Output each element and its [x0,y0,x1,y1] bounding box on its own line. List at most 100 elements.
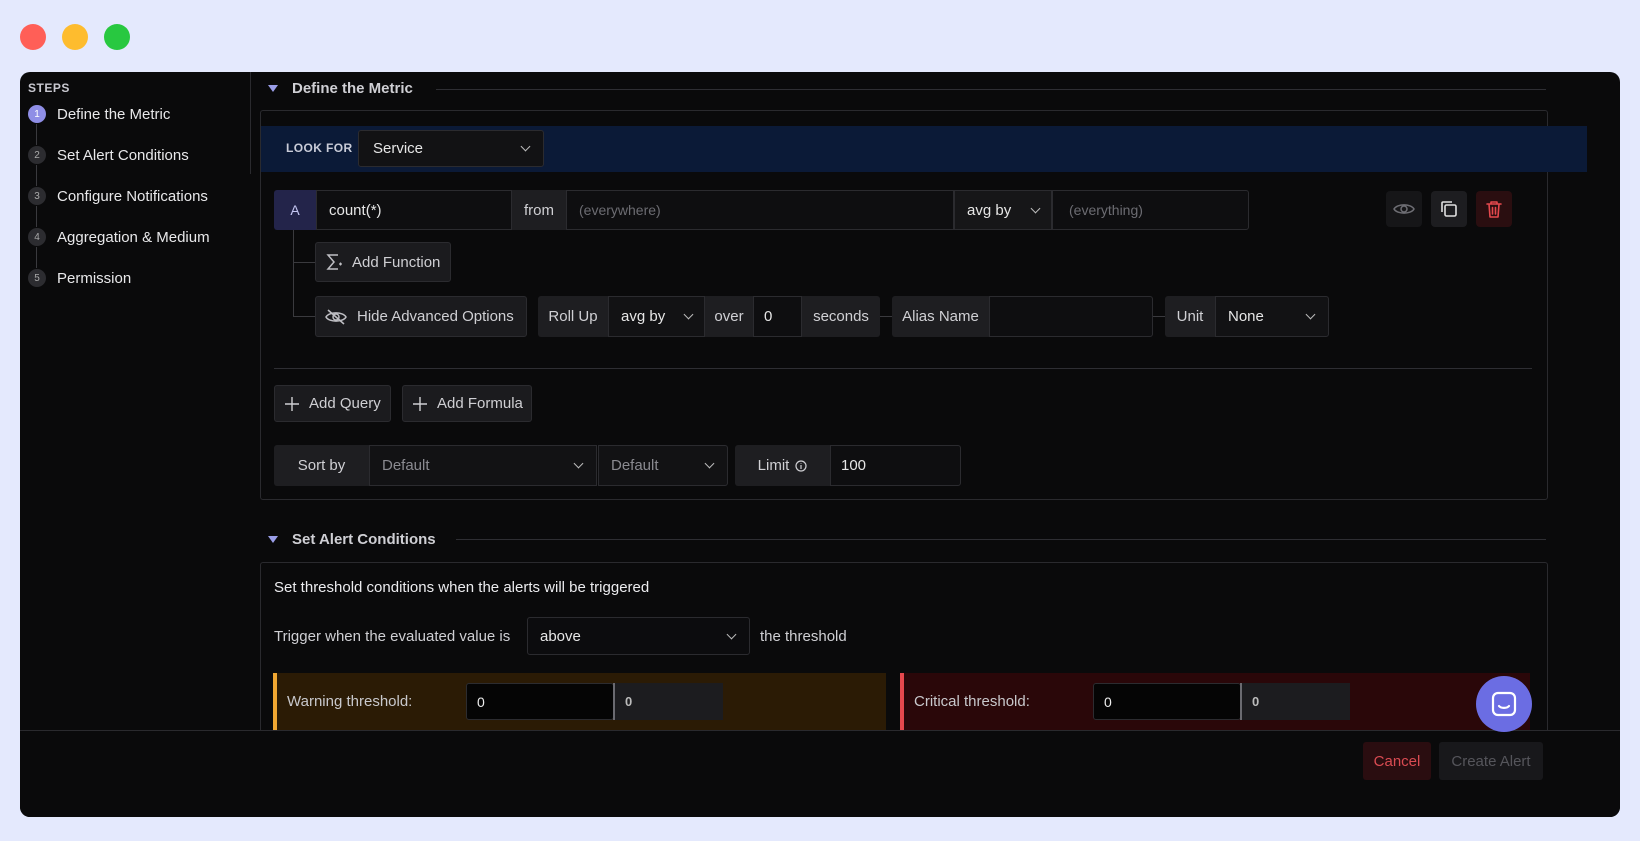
look-for-label: LOOK FOR [286,141,353,155]
trigger-value: above [540,627,581,645]
collapse-caret-icon [268,85,278,92]
trigger-suffix: the threshold [760,628,847,645]
add-formula-button[interactable]: Add Formula [402,385,532,422]
sort-field-select[interactable]: Default [369,445,597,486]
critical-recovery-input[interactable]: 0 [1240,683,1350,720]
add-function-label: Add Function [352,253,441,271]
add-query-button[interactable]: Add Query [274,385,391,422]
alert-conditions-header[interactable]: Set Alert Conditions [268,531,436,548]
critical-threshold-value: 0 [1104,693,1112,710]
critical-threshold-row: Critical threshold: 0 0 [900,673,1530,730]
step-label: Set Alert Conditions [57,146,189,164]
chevron-down-icon [573,458,584,469]
from-label: from [512,190,566,230]
limit-label: Limit [735,445,830,486]
sidebar-divider [250,72,251,174]
section-rule [456,539,1546,540]
trash-icon [1486,201,1502,218]
rollup-interval-value: 0 [764,308,773,325]
steps-sidebar: STEPS 1 Define the Metric 2 Set Alert Co… [20,72,252,287]
rollup-label: Roll Up [538,296,608,337]
group-op-value: avg by [967,201,1012,219]
cancel-button[interactable]: Cancel [1363,742,1431,780]
chat-support-button[interactable] [1476,676,1532,732]
chevron-down-icon [1305,309,1316,320]
chevron-down-icon [683,309,694,320]
step-define-metric[interactable]: 1 Define the Metric [28,104,170,124]
step-label: Aggregation & Medium [57,228,210,246]
window-controls [20,24,130,50]
group-by-input[interactable]: (everything) [1052,190,1249,230]
step-connector [36,247,37,268]
warning-threshold-input[interactable]: 0 [466,683,614,720]
sort-by-label: Sort by [274,445,369,486]
unit-value: None [1228,308,1264,325]
maximize-window-button[interactable] [104,24,130,50]
add-function-button[interactable]: Add Function [315,242,451,282]
step-aggregation-medium[interactable]: 4 Aggregation & Medium [28,227,210,247]
critical-indicator [900,673,904,730]
connector-line [880,316,892,317]
critical-recovery-value: 0 [1252,694,1260,709]
panel-divider [274,368,1532,369]
alert-description: Set threshold conditions when the alerts… [274,579,650,596]
rollup-interval-input[interactable]: 0 [753,296,802,337]
step-configure-notifications[interactable]: 3 Configure Notifications [28,186,208,206]
critical-threshold-input[interactable]: 0 [1093,683,1241,720]
step-connector [36,165,37,186]
seconds-label: seconds [802,296,880,337]
define-metric-header[interactable]: Define the Metric [268,80,413,97]
app-window: STEPS 1 Define the Metric 2 Set Alert Co… [20,72,1620,817]
step-number: 5 [28,269,46,287]
look-for-select[interactable]: Service [358,130,544,167]
unit-select[interactable]: None [1215,296,1329,337]
chevron-down-icon [704,458,715,469]
toggle-visibility-button[interactable] [1386,191,1422,227]
group-by-select[interactable]: avg by [954,190,1052,230]
warning-recovery-input[interactable]: 0 [613,683,723,720]
from-placeholder: (everywhere) [579,202,661,218]
section-rule [436,89,1546,90]
trigger-condition-select[interactable]: above [527,617,750,655]
hide-advanced-options-button[interactable]: Hide Advanced Options [315,296,527,337]
section-title: Set Alert Conditions [292,531,436,548]
query-expression-input[interactable]: count(*) [316,190,512,230]
step-label: Permission [57,269,132,287]
add-formula-label: Add Formula [437,395,523,412]
connector-line [1153,316,1165,317]
rollup-select[interactable]: avg by [608,296,705,337]
section-title: Define the Metric [292,80,413,97]
copy-icon [1441,201,1457,217]
close-window-button[interactable] [20,24,46,50]
eye-icon [1393,204,1415,214]
plus-icon [413,396,427,411]
query-tag: A [274,190,316,230]
step-set-alert-conditions[interactable]: 2 Set Alert Conditions [28,145,189,165]
alias-name-input[interactable] [989,296,1153,337]
chevron-down-icon [1030,203,1041,213]
limit-value: 100 [841,457,867,474]
tree-connector [293,316,315,317]
step-label: Define the Metric [57,105,171,123]
delete-query-button[interactable] [1476,191,1512,227]
look-for-value: Service [373,140,424,157]
tree-connector [293,262,315,263]
warning-recovery-value: 0 [625,694,633,709]
step-number: 2 [28,146,46,164]
add-query-label: Add Query [309,395,381,412]
query-expression-value: count(*) [329,201,382,219]
duplicate-query-button[interactable] [1431,191,1467,227]
step-number: 3 [28,187,46,205]
rollup-value: avg by [621,308,666,325]
sort-field-value: Default [382,457,430,474]
warning-threshold-label: Warning threshold: [287,693,413,710]
info-icon[interactable] [795,459,807,472]
step-permission[interactable]: 5 Permission [28,268,131,288]
limit-input[interactable]: 100 [830,445,961,486]
chevron-down-icon [726,629,737,639]
minimize-window-button[interactable] [62,24,88,50]
from-filter-input[interactable]: (everywhere) [566,190,954,230]
create-alert-button[interactable]: Create Alert [1439,742,1543,780]
collapse-caret-icon [268,536,278,543]
sort-order-select[interactable]: Default [598,445,728,486]
